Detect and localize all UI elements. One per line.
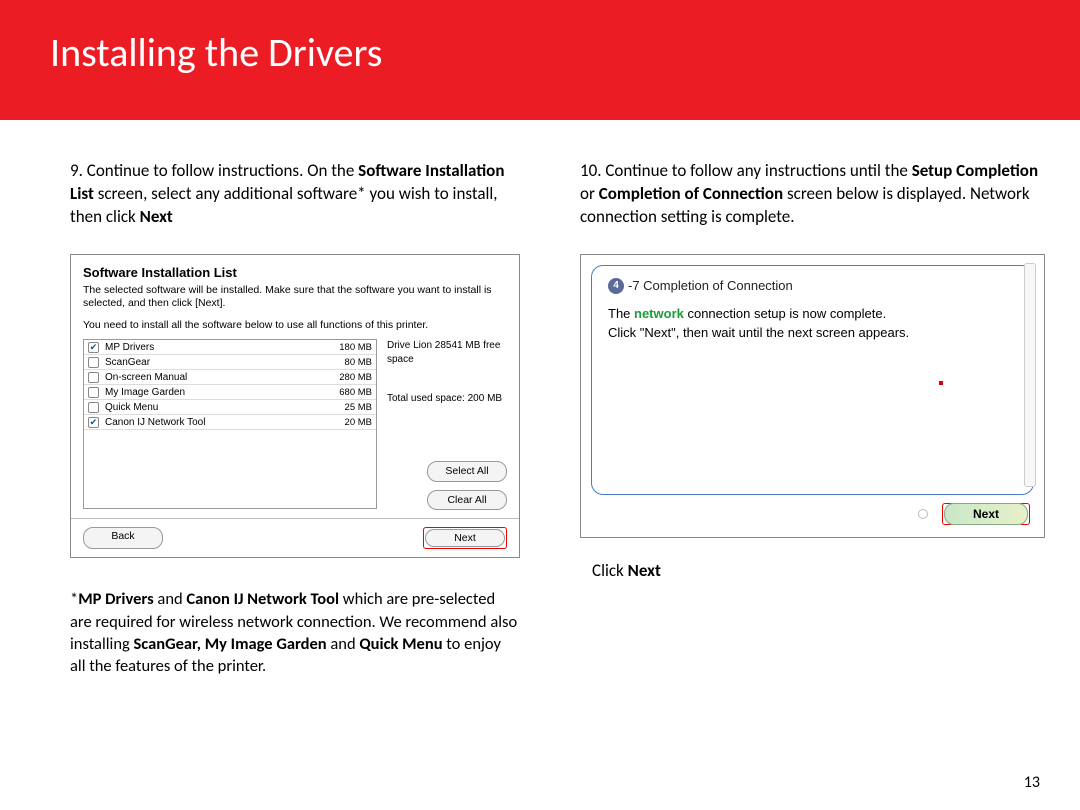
completion-body: The network connection setup is now comp…: [608, 304, 1017, 343]
dialog-footer: Back Next: [71, 518, 519, 557]
back-button[interactable]: Back: [83, 527, 163, 549]
step-10-text: 10. Continue to follow any instructions …: [580, 160, 1045, 229]
clear-all-button[interactable]: Clear All: [427, 490, 507, 511]
completion-dialog: 4-7 Completion of Connection The network…: [580, 254, 1045, 538]
select-all-button[interactable]: Select All: [427, 461, 507, 482]
right-column: 10. Continue to follow any instructions …: [580, 160, 1045, 678]
checkbox-icon[interactable]: [88, 402, 99, 413]
content-area: 9. Continue to follow instructions. On t…: [0, 120, 1080, 678]
table-row[interactable]: ✔Canon IJ Network Tool20 MB: [84, 415, 376, 430]
highlight-box: Next: [942, 503, 1030, 525]
checkbox-icon[interactable]: ✔: [88, 342, 99, 353]
completion-panel: 4-7 Completion of Connection The network…: [591, 265, 1034, 495]
checkbox-icon[interactable]: ✔: [88, 417, 99, 428]
disk-info: Drive Lion 28541 MB free space Total use…: [387, 339, 507, 510]
next-button[interactable]: Next: [425, 529, 505, 547]
free-space-label: Drive Lion 28541 MB free space: [387, 339, 507, 367]
completion-footer: Next: [591, 495, 1034, 527]
title-header: Installing the Drivers: [0, 0, 1080, 120]
table-row[interactable]: Quick Menu25 MB: [84, 400, 376, 415]
checkbox-icon[interactable]: [88, 387, 99, 398]
cursor-dot-icon: [939, 381, 943, 385]
checkbox-icon[interactable]: [88, 357, 99, 368]
network-highlight: network: [634, 306, 684, 321]
click-next-text: Click Next: [592, 560, 1045, 581]
left-column: 9. Continue to follow instructions. On t…: [70, 160, 520, 678]
dialog-subtext: You need to install all the software bel…: [83, 319, 507, 331]
completion-title: 4-7 Completion of Connection: [608, 278, 1017, 294]
table-row[interactable]: On-screen Manual280 MB: [84, 370, 376, 385]
table-row[interactable]: ✔MP Drivers180 MB: [84, 340, 376, 355]
step-9-text: 9. Continue to follow instructions. On t…: [70, 160, 520, 229]
page-number: 13: [1024, 773, 1040, 792]
highlight-box: Next: [423, 527, 507, 549]
used-space-label: Total used space: 200 MB: [387, 392, 507, 406]
software-install-dialog: Software Installation List The selected …: [70, 254, 520, 559]
step-badge-icon: 4: [608, 278, 624, 294]
software-table: ✔MP Drivers180 MB ScanGear80 MB On-scree…: [83, 339, 377, 509]
scrollbar[interactable]: [1024, 263, 1036, 487]
page-title: Installing the Drivers: [50, 28, 1030, 77]
radio-icon: [918, 509, 928, 519]
next-button[interactable]: Next: [944, 503, 1028, 525]
dialog-title: Software Installation List: [83, 265, 507, 280]
checkbox-icon[interactable]: [88, 372, 99, 383]
table-row[interactable]: ScanGear80 MB: [84, 355, 376, 370]
table-row[interactable]: My Image Garden680 MB: [84, 385, 376, 400]
dialog-description: The selected software will be installed.…: [83, 284, 507, 311]
footnote-text: *MP Drivers and Canon IJ Network Tool wh…: [70, 588, 520, 677]
